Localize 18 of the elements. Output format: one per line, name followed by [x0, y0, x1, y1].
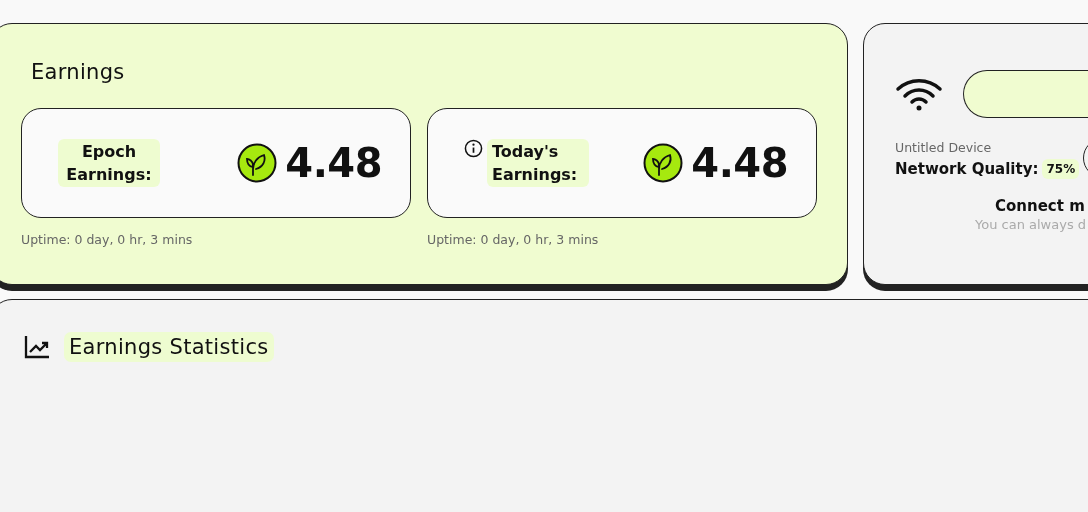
earnings-value: 4.48 [285, 140, 382, 186]
info-icon[interactable] [464, 139, 483, 158]
trend-chart-icon [24, 335, 50, 359]
earnings-label: Epoch Earnings: [58, 139, 160, 187]
leaf-coin-icon [643, 143, 684, 183]
device-name: Untitled Device [895, 140, 993, 155]
connect-title: Connect m [995, 197, 1086, 215]
earnings-value: 4.48 [691, 140, 788, 186]
uptime-text: Uptime: 0 day, 0 hr, 3 mins [427, 232, 600, 247]
network-quality-label: Network Quality: [895, 160, 1039, 178]
uptime-text: Uptime: 0 day, 0 hr, 3 mins [21, 232, 194, 247]
earnings-label: Today's Earnings: [487, 139, 589, 187]
network-quality-value: 75% [1042, 159, 1080, 179]
connect-hint: You can always d [975, 217, 1088, 232]
leaf-coin-icon [237, 143, 278, 183]
card-title: Earnings [31, 60, 126, 84]
section-title: Earnings Statistics [64, 332, 274, 362]
wifi-icon [895, 77, 943, 111]
